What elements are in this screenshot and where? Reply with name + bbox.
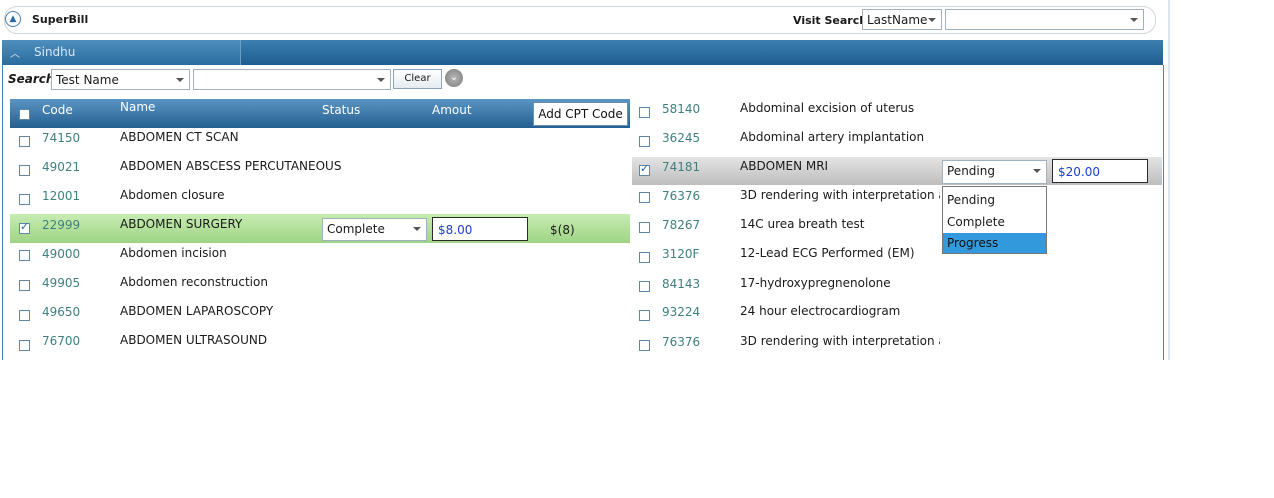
row-checkbox[interactable] (19, 165, 30, 176)
row-checkbox[interactable] (639, 340, 650, 351)
row-checkbox[interactable] (19, 194, 30, 205)
chevron-down-icon (1130, 18, 1138, 22)
row-checkbox-checked[interactable] (19, 220, 30, 234)
row-code: 84143 (662, 277, 701, 291)
patient-name: Sindhu (34, 45, 76, 59)
row-code: 76376 (662, 189, 701, 203)
app-title: SuperBill (32, 13, 89, 26)
row-name: Abdomen closure (120, 188, 225, 202)
status-option-progress[interactable]: Progress (943, 233, 1046, 253)
row-checkbox[interactable] (639, 136, 650, 147)
row-name: ABDOMEN MRI (740, 159, 829, 173)
status-dropdown-list: Pending Complete Progress (942, 186, 1047, 254)
search-label: Search (8, 72, 55, 86)
row-name: ABDOMEN SURGERY (120, 217, 243, 231)
row-code: 36245 (662, 131, 701, 145)
row-name: Abdomen incision (120, 246, 227, 260)
row-name: Abdominal artery implantation (740, 130, 925, 144)
status-option-complete[interactable]: Complete (943, 212, 1046, 232)
row-checkbox[interactable] (639, 252, 650, 263)
row-name: 17-hydroxypregnenolone (740, 276, 891, 290)
chevron-down-icon (413, 227, 421, 231)
row-checkbox[interactable] (19, 280, 30, 291)
header-amount: Amout (432, 103, 472, 117)
row-name: 24 hour electrocardiogram (740, 304, 901, 318)
row-code: 78267 (662, 218, 701, 232)
row-checkbox[interactable] (19, 250, 30, 261)
row-name: 3D rendering with interpretation and r (740, 334, 940, 348)
row-code: 74150 (42, 131, 81, 145)
add-cpt-code-button[interactable]: Add CPT Code (533, 102, 628, 126)
row-code: 22999 (42, 218, 81, 232)
row-name: ABDOMEN LAPAROSCOPY (120, 304, 274, 318)
header-name: Name (120, 100, 156, 114)
amount-input[interactable]: $8.00 (432, 217, 528, 241)
row-name: Abdominal excision of uterus (740, 101, 915, 115)
row-name: 14C urea breath test (740, 217, 865, 231)
visit-search-field-select[interactable]: LastName (862, 9, 942, 30)
expand-down-icon[interactable]: ⌄ (445, 69, 463, 87)
row-code: 3120F (662, 247, 700, 261)
amount-input[interactable]: $20.00 (1052, 159, 1148, 183)
row-name: ABDOMEN ABSCESS PERCUTANEOUS (120, 159, 342, 173)
chevron-down-icon (176, 78, 184, 82)
row-name: 12-Lead ECG Performed (EM) (740, 246, 915, 260)
search-field-select[interactable]: Test Name (51, 69, 190, 90)
search-input[interactable] (193, 69, 391, 90)
row-checkbox[interactable] (639, 222, 650, 233)
row-checkbox[interactable] (639, 107, 650, 118)
row-code: 12001 (42, 189, 81, 203)
clear-button[interactable]: Clear (393, 69, 442, 89)
status-select[interactable]: Pending (942, 160, 1047, 184)
header-status: Status (322, 103, 361, 117)
row-name: 3D rendering with interpretation and r (740, 188, 940, 202)
status-option-pending[interactable]: Pending (943, 190, 1046, 210)
row-code: 76700 (42, 334, 81, 348)
row-code: 58140 (662, 102, 701, 116)
row-checkbox-checked[interactable] (639, 162, 650, 176)
row-code: 49905 (42, 276, 81, 290)
chevron-down-icon (928, 18, 936, 22)
chevron-down-icon (1033, 169, 1041, 173)
chevron-down-icon (377, 78, 385, 82)
row-checkbox[interactable] (19, 310, 30, 321)
collapse-chevron-icon[interactable]: ︿ (10, 45, 20, 60)
collapse-up-icon[interactable]: ▲ (5, 11, 21, 27)
header-code: Code (42, 103, 73, 117)
row-checkbox[interactable] (639, 310, 650, 321)
row-name: Abdomen reconstruction (120, 275, 268, 289)
status-select[interactable]: Complete (322, 218, 427, 241)
row-code: 74181 (662, 160, 701, 174)
row-code: 76376 (662, 335, 701, 349)
row-code: 49650 (42, 305, 81, 319)
row-code: 93224 (662, 305, 701, 319)
selected-row-highlight (10, 214, 630, 243)
row-checkbox[interactable] (19, 340, 30, 351)
visit-search-input[interactable] (945, 9, 1144, 30)
select-all-checkbox[interactable] (19, 109, 30, 120)
row-balance: $(8) (550, 223, 575, 237)
row-code: 49000 (42, 247, 81, 261)
row-name: ABDOMEN CT SCAN (120, 130, 239, 144)
right-divider (1168, 0, 1170, 360)
row-checkbox[interactable] (19, 136, 30, 147)
row-code: 49021 (42, 160, 81, 174)
row-checkbox[interactable] (639, 192, 650, 203)
visit-search-field-value: LastName (867, 13, 928, 27)
row-name: ABDOMEN ULTRASOUND (120, 333, 268, 347)
row-checkbox[interactable] (639, 281, 650, 292)
